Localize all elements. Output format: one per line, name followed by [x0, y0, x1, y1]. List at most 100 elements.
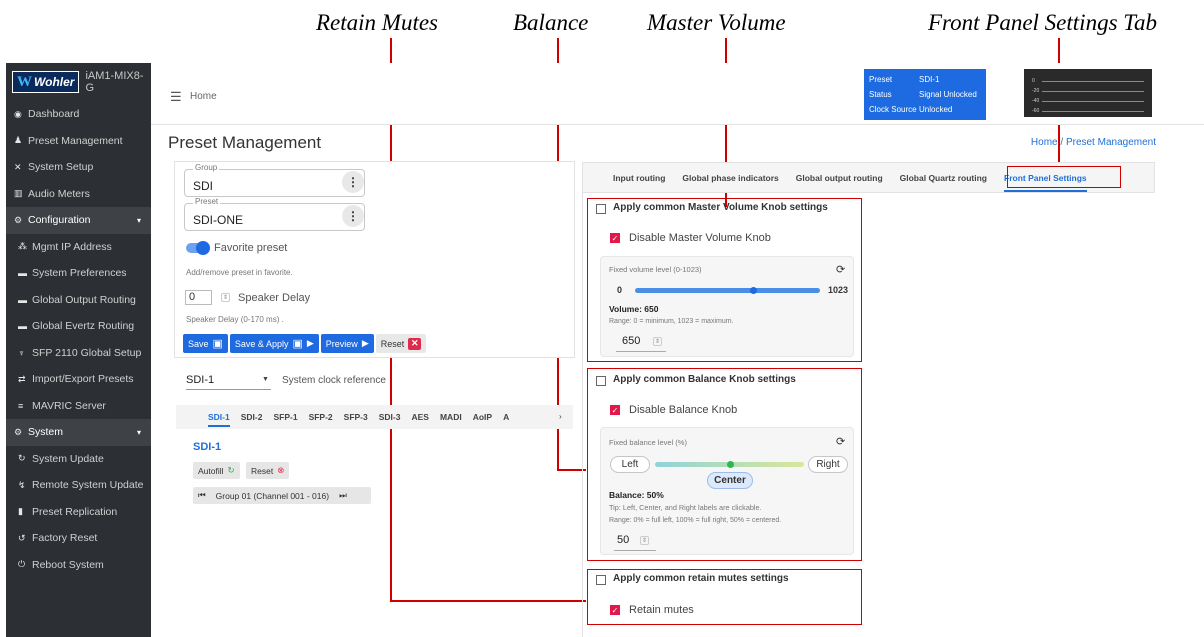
section-label: Configuration	[28, 214, 91, 227]
sidebar-item-remote-system-update[interactable]: ↯ Remote System Update	[6, 472, 151, 499]
sidebar-section-system[interactable]: ⚙ System ▾	[6, 419, 151, 446]
tab-sdi-2[interactable]: SDI-2	[241, 412, 263, 422]
nav-icon: ↯	[18, 479, 26, 490]
breadcrumb-current[interactable]: Preset Management	[1066, 137, 1156, 148]
tab-input-routing[interactable]: Input routing	[613, 173, 665, 183]
sidebar-item-factory-reset[interactable]: ↺ Factory Reset	[6, 525, 151, 552]
meter-line	[1042, 111, 1144, 112]
callout-line-retain-h	[390, 600, 586, 602]
nav-label: MAVRIC Server	[32, 399, 106, 412]
status-key: Status	[869, 90, 892, 99]
brand[interactable]: W Wohler iAM1-MIX8-G	[6, 63, 151, 101]
preset-select[interactable]: Preset SDI-ONE	[184, 197, 365, 231]
speaker-delay-label: Speaker Delay	[238, 292, 311, 304]
sidebar-item-preset-management[interactable]: ♟ Preset Management	[6, 128, 151, 155]
sidebar-item-global-output-routing[interactable]: ▬ Global Output Routing	[6, 287, 151, 314]
tab-aes[interactable]: AES	[411, 412, 428, 422]
nav-label: System Setup	[28, 161, 94, 174]
chevron-right-icon[interactable]: ›	[559, 412, 562, 421]
tab-sfp-2[interactable]: SFP-2	[309, 412, 333, 422]
tab-global-phase-indicators[interactable]: Global phase indicators	[682, 173, 778, 183]
spinner-icon[interactable]: ⇕	[221, 293, 230, 302]
nav-label: System Update	[32, 452, 104, 465]
group-legend: Group	[193, 163, 220, 172]
first-page-icon[interactable]: ⏮	[198, 490, 206, 501]
play-icon: ▶	[361, 338, 369, 348]
meter-label: 0	[1032, 78, 1035, 84]
status-row: Clock Source Unlocked	[869, 102, 981, 117]
nav-icon: ▥	[14, 188, 23, 199]
save-label: Save	[188, 338, 209, 349]
callout-retain-mutes: Retain Mutes	[316, 10, 438, 35]
tab-global-output-routing[interactable]: Global output routing	[796, 173, 883, 183]
gear-icon: ⚙	[14, 214, 23, 225]
nav-label: Reboot System	[32, 558, 104, 571]
tab-sfp-1[interactable]: SFP-1	[273, 412, 297, 422]
preview-button[interactable]: Preview ▶	[320, 334, 374, 353]
sidebar-item-audio-meters[interactable]: ▥ Audio Meters	[6, 181, 151, 208]
nav-icon: ↺	[18, 532, 26, 543]
retain-mutes-highlight	[587, 569, 862, 625]
nav-label: Remote System Update	[32, 479, 144, 492]
sidebar-item-system-update[interactable]: ↻ System Update	[6, 446, 151, 473]
nav-icon: ◉	[14, 108, 22, 119]
meter-line	[1042, 81, 1144, 82]
meter-label: -40	[1032, 98, 1040, 104]
save-button[interactable]: Save ▣	[183, 334, 228, 353]
autofill-button[interactable]: Autofill ↻	[193, 462, 240, 479]
tab-global-quartz-routing[interactable]: Global Quartz routing	[900, 173, 987, 183]
tab-madi[interactable]: MADI	[440, 412, 462, 422]
tab-sdi-1[interactable]: SDI-1	[208, 412, 230, 427]
meter-line	[1042, 101, 1144, 102]
favorite-toggle[interactable]	[186, 241, 210, 255]
nav-label: System Preferences	[32, 267, 127, 280]
sidebar-section-configuration[interactable]: ⚙ Configuration ▾	[6, 207, 151, 234]
nav-label: SFP 2110 Global Setup	[32, 346, 142, 359]
nav-icon: ✕	[14, 161, 22, 172]
group-more-button[interactable]: ⋮	[342, 171, 364, 193]
menu-icon[interactable]: ☰	[170, 89, 182, 105]
status-row: Status Signal Unlocked	[869, 87, 981, 102]
sidebar-item-preset-replication[interactable]: ▮ Preset Replication	[6, 499, 151, 526]
sidebar-item-dashboard[interactable]: ◉ Dashboard	[6, 101, 151, 128]
save-apply-button[interactable]: Save & Apply ▣ ▶	[229, 334, 319, 353]
gears-icon: ⚙	[14, 426, 23, 437]
sidebar-item-system-setup[interactable]: ✕ System Setup	[6, 154, 151, 181]
front-panel-tab-highlight	[1007, 166, 1121, 188]
floppy-icon: ▣	[292, 338, 303, 350]
sidebar-item-mgmt-ip-address[interactable]: ⁂ Mgmt IP Address	[6, 234, 151, 261]
header-home-link[interactable]: Home	[190, 91, 217, 102]
reset-small-button[interactable]: Reset ⊗	[246, 462, 290, 479]
status-key: Preset	[869, 75, 893, 84]
caret-down-icon[interactable]: ▼	[262, 376, 269, 383]
sidebar-item-sfp-2110-global-setup[interactable]: ♆ SFP 2110 Global Setup	[6, 340, 151, 367]
autofill-label: Autofill	[198, 465, 224, 476]
sidebar-item-reboot-system[interactable]: ⏻ Reboot System	[6, 552, 151, 579]
nav-label: Global Evertz Routing	[32, 320, 135, 333]
preview-label: Preview	[325, 338, 358, 349]
nav-label: Global Output Routing	[32, 293, 136, 306]
master-volume-highlight	[587, 198, 862, 362]
sidebar-item-global-evertz-routing[interactable]: ▬ Global Evertz Routing	[6, 313, 151, 340]
reset-button[interactable]: Reset ✕	[375, 334, 427, 353]
status-value: Signal Unlocked	[919, 90, 977, 99]
sidebar-item-import-export-presets[interactable]: ⇄ Import/Export Presets	[6, 366, 151, 393]
next-page-icon[interactable]: ⏭	[339, 490, 347, 501]
meter-label: -60	[1032, 108, 1040, 114]
top-header: ☰ Home Preset SDI-1 Status Signal Unlocked C…	[151, 63, 1204, 125]
wohler-logo: W Wohler	[12, 71, 80, 93]
cancel-icon: ⊗	[277, 465, 285, 475]
breadcrumb-home[interactable]: Home	[1031, 137, 1058, 148]
tab-aoip[interactable]: AoIP	[473, 412, 492, 422]
group-select[interactable]: Group SDI	[184, 163, 365, 197]
tab-sfp-3[interactable]: SFP-3	[344, 412, 368, 422]
preset-more-button[interactable]: ⋮	[342, 205, 364, 227]
clock-select[interactable]: SDI-1	[186, 374, 214, 386]
speaker-delay-input[interactable]: 0	[185, 290, 212, 305]
tab-a[interactable]: A	[503, 412, 509, 422]
tab-sdi-3[interactable]: SDI-3	[379, 412, 401, 422]
nav-label: Audio Meters	[28, 187, 90, 200]
sidebar-item-mavric-server[interactable]: ≡ MAVRIC Server	[6, 393, 151, 420]
input-tabs: SDI-1 SDI-2 SFP-1 SFP-2 SFP-3 SDI-3 AES MADI AoI…	[176, 405, 573, 429]
sidebar-item-system-preferences[interactable]: ▬ System Preferences	[6, 260, 151, 287]
